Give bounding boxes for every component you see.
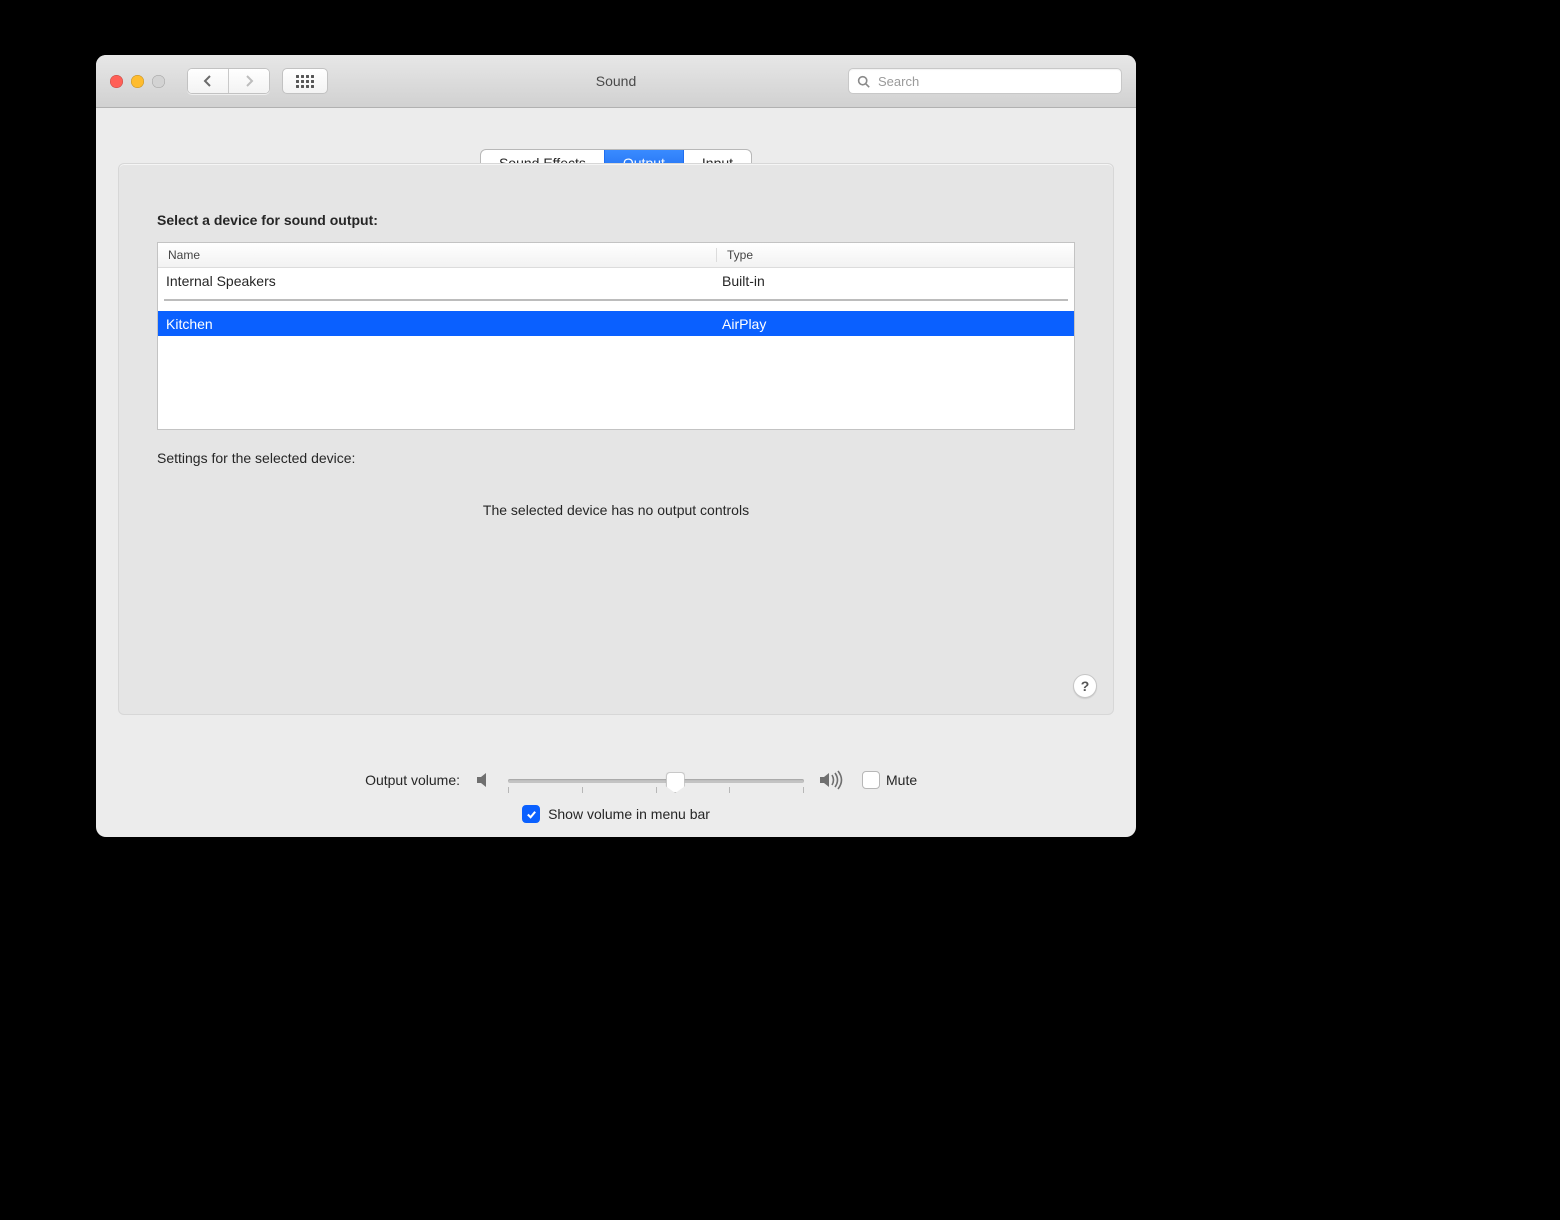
grid-icon	[296, 75, 314, 88]
device-name: Internal Speakers	[158, 273, 714, 289]
table-header: Name Type	[158, 243, 1074, 268]
output-volume-label: Output volume:	[365, 772, 460, 788]
column-name[interactable]: Name	[158, 248, 716, 262]
forward-button	[228, 69, 269, 93]
device-name: Kitchen	[158, 316, 714, 332]
chevron-right-icon	[244, 75, 254, 87]
device-type: Built-in	[714, 273, 1074, 289]
chevron-left-icon	[203, 75, 213, 87]
window-controls	[110, 75, 165, 88]
titlebar: Sound	[96, 55, 1136, 108]
zoom-window-button	[152, 75, 165, 88]
output-panel: Select a device for sound output: Name T…	[118, 163, 1114, 715]
nav-back-forward	[187, 68, 270, 94]
mute-checkbox[interactable]	[862, 771, 880, 789]
table-row[interactable]: Internal Speakers Built-in	[158, 268, 1074, 293]
sound-preferences-window: Sound Sound Effects Output Input Select …	[96, 55, 1136, 837]
search-icon	[857, 75, 870, 88]
column-type[interactable]: Type	[716, 248, 1074, 262]
search-field[interactable]	[848, 68, 1122, 94]
table-row[interactable]: Kitchen AirPlay	[158, 311, 1074, 336]
device-table: Name Type Internal Speakers Built-in Kit…	[157, 242, 1075, 430]
no-output-controls-message: The selected device has no output contro…	[119, 502, 1113, 518]
select-device-label: Select a device for sound output:	[157, 212, 378, 228]
device-type: AirPlay	[714, 316, 1074, 332]
show-volume-menubar-label: Show volume in menu bar	[548, 806, 710, 822]
volume-area: Output volume: Mute	[96, 769, 1136, 823]
help-button[interactable]: ?	[1073, 674, 1097, 698]
output-volume-slider[interactable]	[508, 770, 804, 790]
search-input[interactable]	[876, 73, 1113, 90]
show-volume-menubar-checkbox[interactable]	[522, 805, 540, 823]
close-window-button[interactable]	[110, 75, 123, 88]
back-button[interactable]	[188, 69, 228, 93]
settings-for-device-label: Settings for the selected device:	[157, 450, 355, 466]
speaker-mute-icon	[474, 770, 494, 790]
show-all-button[interactable]	[282, 68, 328, 94]
minimize-window-button[interactable]	[131, 75, 144, 88]
speaker-loud-icon	[818, 769, 848, 791]
mute-label: Mute	[886, 772, 917, 788]
